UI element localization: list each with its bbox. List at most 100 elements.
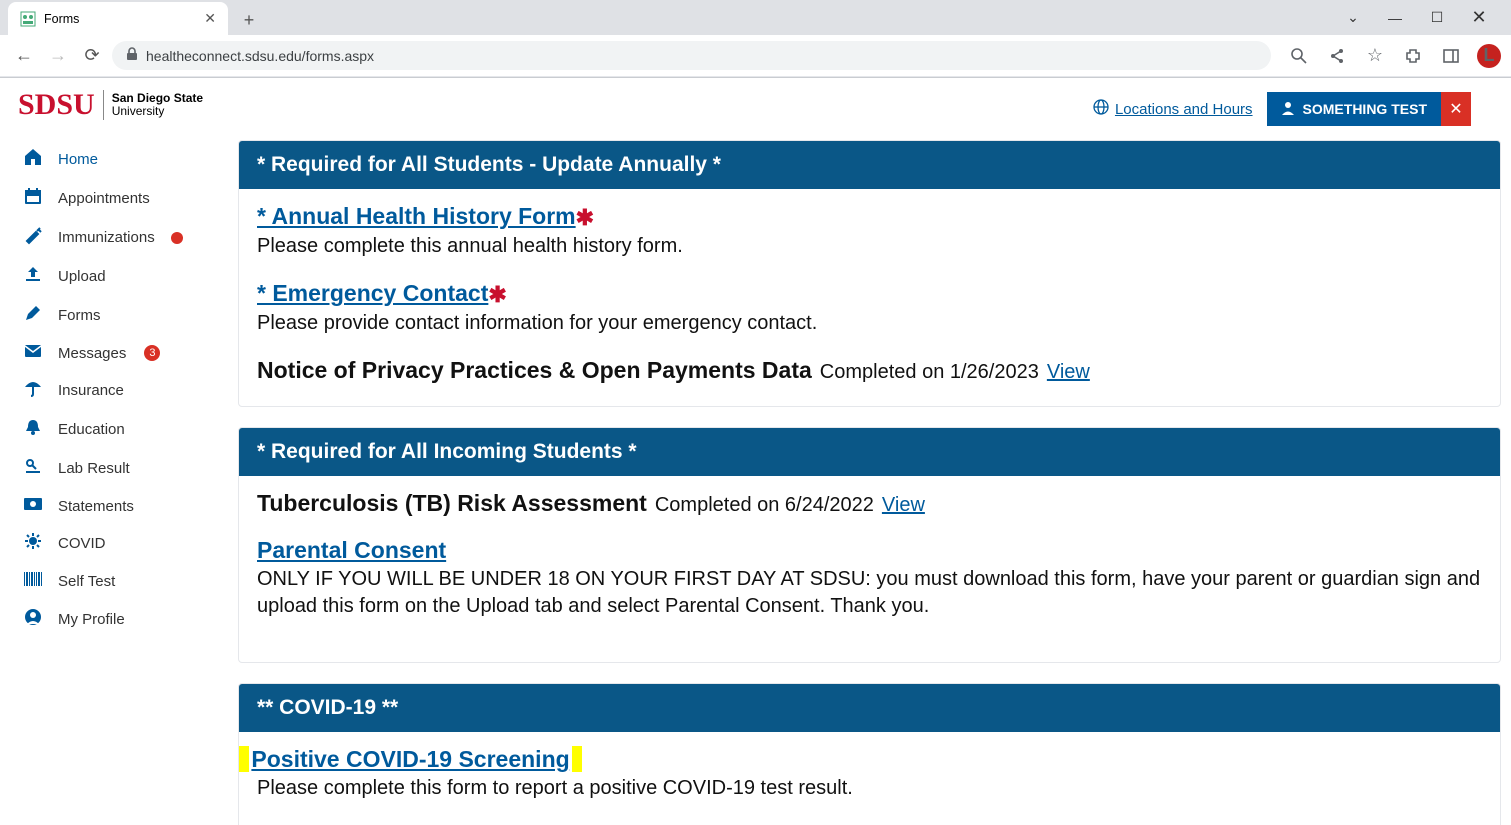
- extensions-icon[interactable]: [1401, 44, 1425, 68]
- sidebar-item-appointments[interactable]: Appointments: [18, 179, 230, 218]
- logout-button[interactable]: ✕: [1441, 92, 1471, 126]
- profile-avatar[interactable]: L: [1477, 44, 1501, 68]
- zoom-icon[interactable]: [1287, 44, 1311, 68]
- sidebar-item-label: Appointments: [58, 190, 150, 207]
- required-star-icon: ✱: [488, 282, 506, 307]
- alert-dot-icon: [171, 232, 183, 244]
- annual-health-history-link[interactable]: * Annual Health History Form: [257, 203, 576, 229]
- side-panel-icon[interactable]: [1439, 44, 1463, 68]
- url-text: healtheconnect.sdsu.edu/forms.aspx: [146, 48, 374, 64]
- reload-button[interactable]: ⟳: [78, 42, 106, 70]
- user-menu-label: SOMETHING TEST: [1303, 101, 1427, 117]
- panel-heading: * Required for All Students - Update Ann…: [239, 141, 1500, 189]
- privacy-notice-title: Notice of Privacy Practices & Open Payme…: [257, 357, 812, 384]
- panel-required-incoming: * Required for All Incoming Students * T…: [238, 427, 1501, 663]
- sidebar-item-home[interactable]: Home: [18, 140, 230, 179]
- home-icon: [22, 148, 44, 171]
- maximize-icon[interactable]: ☐: [1425, 9, 1449, 26]
- main-content: Locations and Hours SOMETHING TEST ✕ * R…: [238, 78, 1511, 825]
- form-description: Please provide contact information for y…: [257, 310, 1482, 337]
- sidebar-item-statements[interactable]: Statements: [18, 488, 230, 524]
- window-controls: ⌄ — ☐ ✕: [1341, 0, 1511, 35]
- address-bar[interactable]: healtheconnect.sdsu.edu/forms.aspx: [112, 41, 1271, 70]
- logo-separator: [103, 90, 104, 120]
- tab-close-icon[interactable]: ✕: [204, 10, 216, 27]
- money-icon: [22, 496, 44, 516]
- lock-icon: [126, 47, 138, 64]
- close-window-icon[interactable]: ✕: [1467, 7, 1491, 28]
- highlight-marker: [572, 746, 582, 772]
- sidebar-item-label: Upload: [58, 268, 106, 285]
- profile-icon: [22, 608, 44, 631]
- globe-icon: [1093, 99, 1109, 119]
- barcode-icon: [22, 571, 44, 592]
- umbrella-icon: [22, 379, 44, 402]
- badge-count: 3: [144, 345, 160, 361]
- sidebar: SDSU San Diego StateUniversity Home Appo…: [0, 78, 238, 825]
- emergency-contact-link[interactable]: * Emergency Contact: [257, 280, 488, 306]
- bell-icon: [22, 418, 44, 441]
- user-icon: [1281, 101, 1295, 118]
- syringe-icon: [22, 226, 44, 249]
- tab-title: Forms: [44, 12, 79, 26]
- close-icon: ✕: [1449, 101, 1462, 118]
- locations-hours-link[interactable]: Locations and Hours: [1093, 99, 1253, 119]
- form-description: Please complete this annual health histo…: [257, 233, 1482, 260]
- locations-hours-label: Locations and Hours: [1115, 101, 1253, 118]
- new-tab-button[interactable]: +: [234, 5, 264, 35]
- sidebar-item-label: Forms: [58, 307, 101, 324]
- user-menu-button[interactable]: SOMETHING TEST: [1267, 92, 1441, 126]
- panel-heading: ** COVID-19 **: [239, 684, 1500, 732]
- pencil-icon: [22, 304, 44, 327]
- positive-covid-screening-link[interactable]: Positive COVID-19 Screening: [249, 746, 571, 772]
- panel-covid: ** COVID-19 ** Positive COVID-19 Screeni…: [238, 683, 1501, 825]
- sidebar-item-label: COVID: [58, 535, 106, 552]
- form-description: ONLY IF YOU WILL BE UNDER 18 ON YOUR FIR…: [257, 566, 1482, 620]
- panel-heading: * Required for All Incoming Students *: [239, 428, 1500, 476]
- sidebar-item-insurance[interactable]: Insurance: [18, 371, 230, 410]
- sidebar-item-messages[interactable]: Messages 3: [18, 335, 230, 371]
- favicon-icon: [20, 11, 36, 27]
- sidebar-item-label: My Profile: [58, 611, 125, 628]
- logo-subtext: San Diego StateUniversity: [112, 92, 203, 118]
- sidebar-item-immunizations[interactable]: Immunizations: [18, 218, 230, 257]
- parental-consent-link[interactable]: Parental Consent: [257, 537, 446, 563]
- panel-required-all-students: * Required for All Students - Update Ann…: [238, 140, 1501, 407]
- completed-date: Completed on 1/26/2023: [820, 361, 1039, 384]
- form-description: Please complete this form to report a po…: [257, 775, 1482, 802]
- back-button[interactable]: ←: [10, 42, 38, 70]
- sidebar-item-label: Messages: [58, 345, 126, 362]
- microscope-icon: [22, 457, 44, 480]
- sidebar-item-label: Insurance: [58, 382, 124, 399]
- view-link[interactable]: View: [882, 494, 925, 517]
- sidebar-item-my-profile[interactable]: My Profile: [18, 600, 230, 639]
- upload-icon: [22, 265, 44, 288]
- minimize-icon[interactable]: —: [1383, 10, 1407, 26]
- sidebar-item-education[interactable]: Education: [18, 410, 230, 449]
- completed-date: Completed on 6/24/2022: [655, 494, 874, 517]
- browser-chrome: Forms ✕ + ⌄ — ☐ ✕ ← → ⟳ healtheconnect.s…: [0, 0, 1511, 78]
- sidebar-item-upload[interactable]: Upload: [18, 257, 230, 296]
- virus-icon: [22, 532, 44, 555]
- sidebar-item-label: Immunizations: [58, 229, 155, 246]
- star-icon[interactable]: ☆: [1363, 44, 1387, 68]
- sidebar-item-label: Statements: [58, 498, 134, 515]
- logo-text: SDSU: [18, 88, 95, 122]
- sidebar-item-label: Education: [58, 421, 125, 438]
- sidebar-item-self-test[interactable]: Self Test: [18, 563, 230, 600]
- share-icon[interactable]: [1325, 44, 1349, 68]
- sidebar-item-covid[interactable]: COVID: [18, 524, 230, 563]
- chevron-down-icon[interactable]: ⌄: [1341, 9, 1365, 26]
- highlight-marker: [239, 746, 249, 772]
- view-link[interactable]: View: [1047, 361, 1090, 384]
- sidebar-item-forms[interactable]: Forms: [18, 296, 230, 335]
- site-logo[interactable]: SDSU San Diego StateUniversity: [18, 86, 230, 132]
- tb-risk-title: Tuberculosis (TB) Risk Assessment: [257, 490, 647, 517]
- required-star-icon: ✱: [576, 205, 594, 230]
- sidebar-item-label: Home: [58, 151, 98, 168]
- sidebar-item-lab-result[interactable]: Lab Result: [18, 449, 230, 488]
- browser-tab[interactable]: Forms ✕: [8, 2, 228, 35]
- sidebar-item-label: Lab Result: [58, 460, 130, 477]
- envelope-icon: [22, 343, 44, 363]
- forward-button[interactable]: →: [44, 42, 72, 70]
